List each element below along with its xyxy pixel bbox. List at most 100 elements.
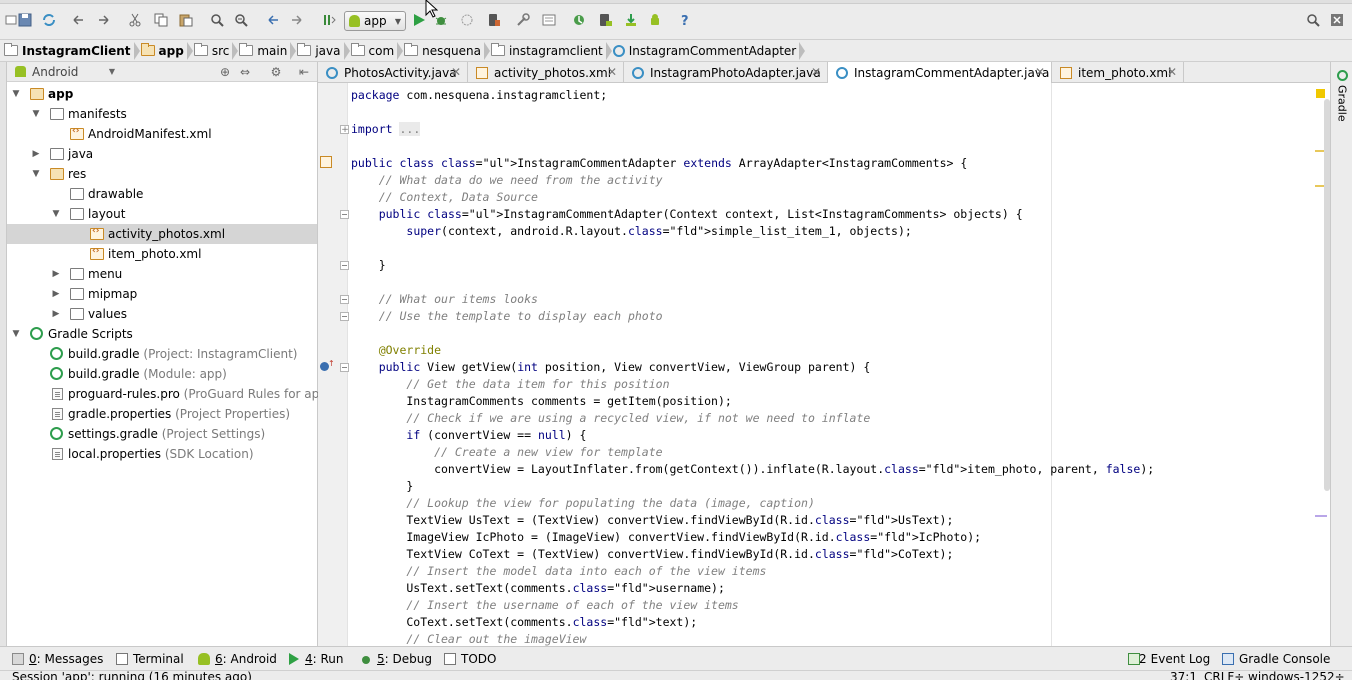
tree-item-android-manifest[interactable]: AndroidManifest.xml (7, 124, 317, 144)
todo-tool-button[interactable]: TODO (444, 651, 496, 667)
code-line[interactable]: convertView = LayoutInflater.from(getCon… (351, 461, 1154, 478)
attach-debugger-icon[interactable] (458, 11, 476, 29)
code-line[interactable]: super(context, android.R.layout.class="f… (351, 223, 911, 240)
code-line[interactable]: CoText.setText(comments.class="fld">text… (351, 614, 697, 631)
warning-status-icon[interactable] (1316, 89, 1325, 98)
code-line[interactable]: // Context, Data Source (351, 189, 538, 206)
tree-item-res[interactable]: ▼ res (7, 164, 317, 184)
tree-item-menu[interactable]: ▶ menu (7, 264, 317, 284)
project-structure-icon[interactable] (514, 11, 532, 29)
find-icon[interactable] (208, 11, 226, 29)
tree-item-build-gradle-project[interactable]: build.gradle (Project: InstagramClient) (7, 344, 317, 364)
code-line[interactable]: // Check if we are using a recycled view… (351, 410, 870, 427)
gear-icon[interactable]: ⚙ (269, 65, 283, 79)
code-line[interactable]: package com.nesquena.instagramclient; (351, 87, 607, 104)
tree-item-gradle-scripts[interactable]: ▼ Gradle Scripts (7, 324, 317, 344)
settings-icon-right[interactable] (1328, 11, 1346, 29)
redo-icon[interactable] (94, 11, 112, 29)
breadcrumb-item-instagramclient[interactable]: instagramclient (487, 40, 612, 62)
avd-manager-icon[interactable] (596, 11, 614, 29)
breadcrumb-item-class[interactable]: InstagramCommentAdapter (609, 40, 806, 62)
code-line[interactable]: // Clear out the imageView (351, 631, 586, 646)
run-configuration-select[interactable]: app ▼ (344, 11, 406, 31)
run-tool-button[interactable]: 4: Run (288, 651, 344, 667)
sync-icon[interactable] (40, 11, 58, 29)
code-line[interactable]: InstagramComments comments = getItem(pos… (351, 393, 731, 410)
tab-activity-photos-xml[interactable]: activity_photos.xml ✕ (468, 62, 624, 83)
left-tool-window-strip[interactable] (0, 62, 7, 646)
code-line[interactable]: @Override (351, 342, 441, 359)
line-separator[interactable]: CRLF÷ (1204, 671, 1244, 680)
close-icon[interactable]: ✕ (811, 65, 821, 79)
code-line[interactable]: TextView UsText = (TextView) convertView… (351, 512, 953, 529)
fold-toggle-icon[interactable] (340, 312, 349, 321)
sdk-manager-icon[interactable] (622, 11, 640, 29)
terminal-tool-button[interactable]: Terminal (116, 651, 184, 667)
tree-item-java[interactable]: ▶ java (7, 144, 317, 164)
code-line[interactable]: if (convertView == null) { (351, 427, 586, 444)
close-icon[interactable]: ✕ (451, 65, 461, 79)
gradle-sync-icon[interactable] (570, 11, 588, 29)
breadcrumb-item-module[interactable]: app (137, 40, 193, 62)
tree-item-item-photo[interactable]: item_photo.xml (7, 244, 317, 264)
gradle-console-tool-button[interactable]: Gradle Console (1222, 651, 1330, 667)
breadcrumb-item-project[interactable]: InstagramClient (0, 40, 140, 62)
tab-item-photo-xml[interactable]: item_photo.xml ✕ (1052, 62, 1184, 83)
code-editor[interactable]: ↑ package com.nesquena.instagramclient; i… (318, 83, 1330, 646)
copy-icon[interactable] (152, 11, 170, 29)
search-everywhere-icon[interactable] (1304, 11, 1322, 29)
help-icon[interactable]: ? (676, 11, 694, 29)
settings-icon[interactable] (540, 11, 558, 29)
code-line[interactable]: // What our items looks (351, 291, 538, 308)
tree-item-manifests[interactable]: ▼ manifests (7, 104, 317, 124)
device-monitor-icon[interactable] (484, 11, 502, 29)
tree-item-proguard[interactable]: proguard-rules.pro (ProGuard Rules for a… (7, 384, 332, 404)
breadcrumb-item-java[interactable]: java (293, 40, 350, 62)
paste-icon[interactable] (177, 11, 195, 29)
tree-item-app[interactable]: ▼ app (7, 84, 317, 104)
tree-item-layout[interactable]: ▼ layout (7, 204, 317, 224)
make-project-icon[interactable] (320, 11, 338, 29)
debug-tool-button[interactable]: 5: Debug (360, 651, 432, 667)
tree-item-drawable[interactable]: drawable (7, 184, 317, 204)
fold-toggle-icon[interactable] (340, 210, 349, 219)
close-icon[interactable]: ✕ (607, 65, 617, 79)
code-line[interactable]: // Insert the model data into each of th… (351, 563, 766, 580)
breadcrumb-item-nesquena[interactable]: nesquena (400, 40, 490, 62)
cut-icon[interactable] (126, 11, 144, 29)
code-line[interactable]: TextView CoText = (TextView) convertView… (351, 546, 953, 563)
code-line[interactable]: UsText.setText(comments.class="fld">user… (351, 580, 725, 597)
android-monitor-icon[interactable] (646, 11, 664, 29)
caret-position[interactable]: 37:1 (1170, 671, 1197, 680)
back-icon[interactable] (264, 11, 282, 29)
code-line[interactable]: // Lookup the view for populating the da… (351, 495, 815, 512)
code-line[interactable]: // What data do we need from the activit… (351, 172, 663, 189)
file-encoding[interactable]: windows-1252÷ (1248, 671, 1345, 680)
tab-instagram-photo-adapter[interactable]: InstagramPhotoAdapter.java ✕ (624, 62, 828, 83)
close-icon[interactable]: ✕ (1167, 65, 1177, 79)
forward-icon[interactable] (288, 11, 306, 29)
code-line[interactable]: public class class="ul">InstagramComment… (351, 155, 967, 172)
tree-item-build-gradle-module[interactable]: build.gradle (Module: app) (7, 364, 317, 384)
code-line[interactable]: // Insert the username of each of the vi… (351, 597, 738, 614)
tab-photos-activity[interactable]: PhotosActivity.java ✕ (318, 62, 468, 83)
breadcrumb-item-com[interactable]: com (347, 40, 404, 62)
tree-item-local-properties[interactable]: local.properties (SDK Location) (7, 444, 317, 464)
fold-toggle-icon[interactable] (340, 125, 349, 134)
gradle-tool-button[interactable]: Gradle (1334, 70, 1350, 130)
tree-item-values[interactable]: ▶ values (7, 304, 317, 324)
save-all-icon[interactable] (16, 11, 34, 29)
code-line[interactable]: ImageView IcPhoto = (ImageView) convertV… (351, 529, 981, 546)
android-tool-button[interactable]: 6: Android (198, 651, 277, 667)
hide-panel-icon[interactable]: ⇤ (297, 65, 311, 79)
tab-instagram-comment-adapter[interactable]: InstagramCommentAdapter.java ✕ (828, 62, 1052, 84)
fold-toggle-icon[interactable] (340, 295, 349, 304)
event-log-tool-button[interactable]: 2 Event Log (1128, 651, 1210, 667)
code-line[interactable]: import ... (351, 121, 421, 138)
code-line[interactable]: // Create a new view for template (351, 444, 662, 461)
close-icon[interactable]: ✕ (1035, 65, 1045, 79)
replace-icon[interactable] (232, 11, 250, 29)
collapse-all-icon[interactable]: ⇔ (238, 65, 252, 79)
related-layout-icon[interactable] (320, 156, 332, 168)
tree-item-gradle-properties[interactable]: gradle.properties (Project Properties) (7, 404, 317, 424)
